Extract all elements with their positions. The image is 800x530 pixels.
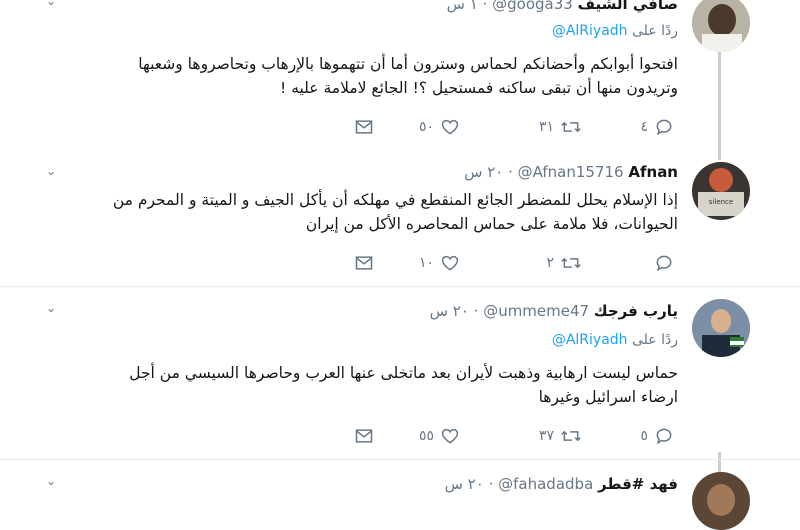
user-name[interactable]: يارب فرجك <box>594 302 678 320</box>
avatar[interactable] <box>692 0 750 52</box>
tweet-text-line: افتحوا أبوابكم وأحضانكم لحماس وسترون أما… <box>138 55 678 73</box>
reply-to-link[interactable]: @AlRiyadh <box>552 332 628 348</box>
dm-icon <box>355 256 373 270</box>
user-name[interactable]: صافي الشيف <box>578 0 678 13</box>
retweet-button[interactable]: ٣١ <box>539 116 582 138</box>
chevron-down-icon[interactable]: ⌄ <box>46 474 56 488</box>
chevron-down-icon[interactable]: ⌄ <box>46 301 56 315</box>
like-button[interactable]: ٥٥ <box>419 425 460 447</box>
tweet-text-line: وتريدون منها أن تبقى ساكنه فمستحيل ؟! ال… <box>280 79 678 97</box>
reply-prefix: ردًا على <box>632 332 678 348</box>
reply-icon <box>656 119 672 136</box>
svg-text:silence: silence <box>709 198 733 206</box>
reply-icon <box>656 428 672 445</box>
user-handle[interactable]: @ummeme47 <box>483 302 589 320</box>
avatar[interactable] <box>692 472 750 530</box>
user-handle[interactable]: @fahadadba <box>498 475 593 493</box>
dm-button[interactable] <box>354 252 374 274</box>
like-icon <box>441 255 459 271</box>
reply-icon <box>656 255 672 272</box>
avatar[interactable]: silence <box>692 162 750 220</box>
tweet-header: Afnan @Afnan15716 · ٢٠ س <box>464 162 678 182</box>
reply-count: ٤ <box>640 119 648 135</box>
dm-button[interactable] <box>354 116 374 138</box>
user-handle[interactable]: @Afnan15716 <box>518 163 624 181</box>
user-handle[interactable]: @googa33 <box>492 0 573 13</box>
timestamp[interactable]: · ٢٠ س <box>464 163 513 181</box>
reply-count: ٥ <box>640 428 648 444</box>
timestamp[interactable]: · ٢٠ س <box>430 302 479 320</box>
retweet-icon <box>561 257 581 269</box>
avatar[interactable] <box>692 299 750 357</box>
tweet-text: افتحوا أبوابكم وأحضانكم لحماس وسترون أما… <box>48 52 678 100</box>
retweet-count: ٣١ <box>538 119 554 135</box>
tweet-header: صافي الشيف @googa33 · ١ س <box>447 0 678 14</box>
tweet[interactable]: ⌄ صافي الشيف @googa33 · ١ س ردًا على @Al… <box>0 0 800 150</box>
like-button[interactable]: ١٠ <box>419 252 460 274</box>
like-count: ١٠ <box>418 255 434 271</box>
tweet-text: حماس ليست ارهابية وذهبت لأيران بعد ماتخل… <box>48 361 678 409</box>
tweet-actions: ٢ ١٠ <box>352 252 692 274</box>
dm-icon <box>355 120 373 134</box>
tweet-actions: ٤ ٣١ ٥٠ <box>352 116 692 138</box>
tweet-text-line: الحيوانات، فلا ملامة على حماس المحاصره ا… <box>305 215 678 233</box>
tweet-text-line: ارضاء اسرائيل وغيرها <box>538 388 678 406</box>
tweet-header: فهد #قطر @fahadadba · ٢٠ س <box>445 474 678 494</box>
like-count: ٥٠ <box>418 119 434 135</box>
user-name[interactable]: فهد #قطر <box>598 475 678 493</box>
timestamp[interactable]: · ١ س <box>447 0 488 13</box>
reply-button[interactable]: ٤ <box>640 116 674 138</box>
reply-to: ردًا على @AlRiyadh <box>552 22 678 40</box>
reply-to: ردًا على @AlRiyadh <box>552 331 678 349</box>
tweet-header: يارب فرجك @ummeme47 · ٢٠ س <box>430 301 678 321</box>
tweet[interactable]: ⌄ يارب فرجك @ummeme47 · ٢٠ س ردًا على @A… <box>0 287 800 459</box>
reply-button[interactable] <box>648 252 674 274</box>
dm-icon <box>355 429 373 443</box>
reply-button[interactable]: ٥ <box>640 425 674 447</box>
retweet-button[interactable]: ٣٧ <box>539 425 582 447</box>
retweet-icon <box>561 430 581 442</box>
reply-prefix: ردًا على <box>632 23 678 39</box>
retweet-icon <box>561 121 581 133</box>
like-icon <box>441 428 459 444</box>
retweet-count: ٣٧ <box>538 428 554 444</box>
tweet-actions: ٥ ٣٧ ٥٥ <box>352 425 692 447</box>
dm-button[interactable] <box>354 425 374 447</box>
like-count: ٥٥ <box>418 428 434 444</box>
chevron-down-icon[interactable]: ⌄ <box>46 0 56 8</box>
tweet-text-line: حماس ليست ارهابية وذهبت لأيران بعد ماتخل… <box>129 364 678 382</box>
timestamp[interactable]: · ٢٠ س <box>445 475 494 493</box>
chevron-down-icon[interactable]: ⌄ <box>46 164 56 178</box>
tweet-text: إذا الإسلام يحلل للمضطر الجائع المنقطع ف… <box>48 188 678 236</box>
reply-to-link[interactable]: @AlRiyadh <box>552 23 628 39</box>
user-name[interactable]: Afnan <box>628 163 678 181</box>
tweet[interactable]: ⌄ silence Afnan @Afnan15716 · ٢٠ س إذا ا… <box>0 150 800 286</box>
like-button[interactable]: ٥٠ <box>419 116 460 138</box>
tweet[interactable]: ⌄ فهد #قطر @fahadadba · ٢٠ س <box>0 460 800 530</box>
like-icon <box>441 119 459 135</box>
tweet-text-line: إذا الإسلام يحلل للمضطر الجائع المنقطع ف… <box>112 191 678 209</box>
retweet-button[interactable]: ٢ <box>546 252 582 274</box>
retweet-count: ٢ <box>546 255 554 271</box>
